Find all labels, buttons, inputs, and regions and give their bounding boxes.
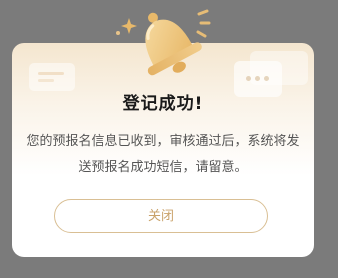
sparkle-icon bbox=[116, 18, 137, 35]
dialog-message: 您的预报名信息已收到，审核通过后，系统将发送预报名成功短信，请留意。 bbox=[26, 134, 300, 175]
decorative-card-left bbox=[29, 63, 75, 91]
bell-icon bbox=[116, 9, 211, 76]
dialog-title: 登记成功! bbox=[122, 94, 204, 114]
bell-illustration bbox=[108, 0, 228, 86]
close-button[interactable]: 关闭 bbox=[54, 199, 268, 233]
